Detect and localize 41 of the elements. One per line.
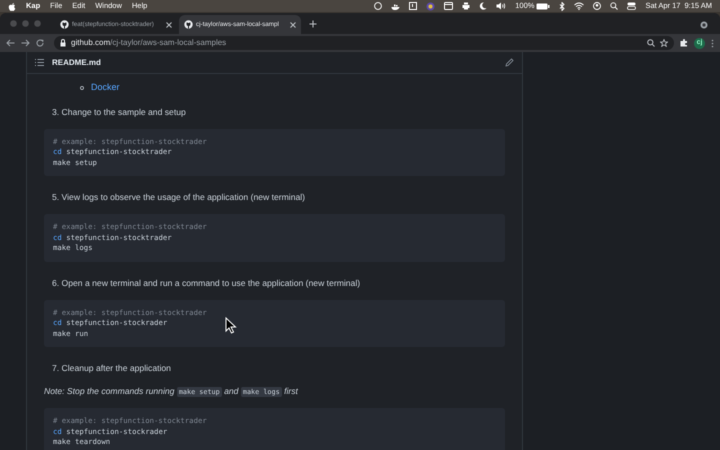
list-icon[interactable] [35, 59, 44, 66]
user-icon[interactable] [593, 2, 602, 10]
record-icon[interactable] [700, 21, 708, 29]
back-icon[interactable] [6, 39, 15, 47]
github-logo-icon[interactable] [60, 20, 69, 29]
step-heading: 5. View logs to observe the usage of the application (new terminal) [51, 191, 306, 203]
step-heading: 3. Change to the sample and setup [51, 106, 187, 118]
pencil-icon[interactable] [505, 58, 514, 67]
window-icon[interactable] [409, 2, 418, 10]
whale-icon[interactable] [391, 2, 400, 10]
address-bar[interactable]: github.com/cj-taylor/aws-sam-local-samples [54, 36, 674, 50]
toggle-icon[interactable] [627, 2, 636, 10]
github-logo-icon[interactable] [184, 20, 193, 29]
close-icon[interactable] [290, 22, 296, 28]
bullet-icon[interactable] [80, 86, 84, 90]
forward-icon[interactable] [21, 39, 30, 47]
speaker-icon[interactable] [496, 2, 506, 10]
wifi-icon[interactable] [574, 2, 584, 10]
zoom-icon[interactable] [647, 39, 655, 47]
mouse-pointer-icon [225, 317, 237, 334]
step-heading: 7. Cleanup after the application [51, 362, 172, 374]
close-icon[interactable] [166, 22, 172, 28]
bluetooth-icon[interactable] [559, 2, 566, 10]
url-text: github.com/cj-taylor/aws-sam-local-samples [71, 37, 226, 49]
search-icon[interactable] [610, 2, 618, 10]
new-tab-icon[interactable] [309, 20, 317, 28]
moon-icon[interactable] [479, 2, 488, 10]
reload-icon[interactable] [36, 39, 44, 47]
star-icon[interactable] [660, 39, 668, 47]
apple-logo-icon[interactable] [8, 2, 16, 10]
file-title: README.md [52, 56, 102, 68]
printer-icon[interactable] [462, 2, 470, 10]
step-heading: 6. Open a new terminal and run a command to use the application (new terminal) [51, 276, 362, 288]
circle-icon[interactable] [374, 2, 382, 10]
puzzle-icon[interactable] [680, 39, 688, 47]
colorful-circle-icon[interactable] [426, 2, 436, 10]
battery-icon[interactable] [536, 2, 550, 10]
link[interactable]: Docker [91, 81, 120, 94]
more-icon[interactable] [711, 38, 714, 48]
lock-icon[interactable] [60, 39, 66, 47]
window-icon[interactable] [444, 2, 454, 10]
